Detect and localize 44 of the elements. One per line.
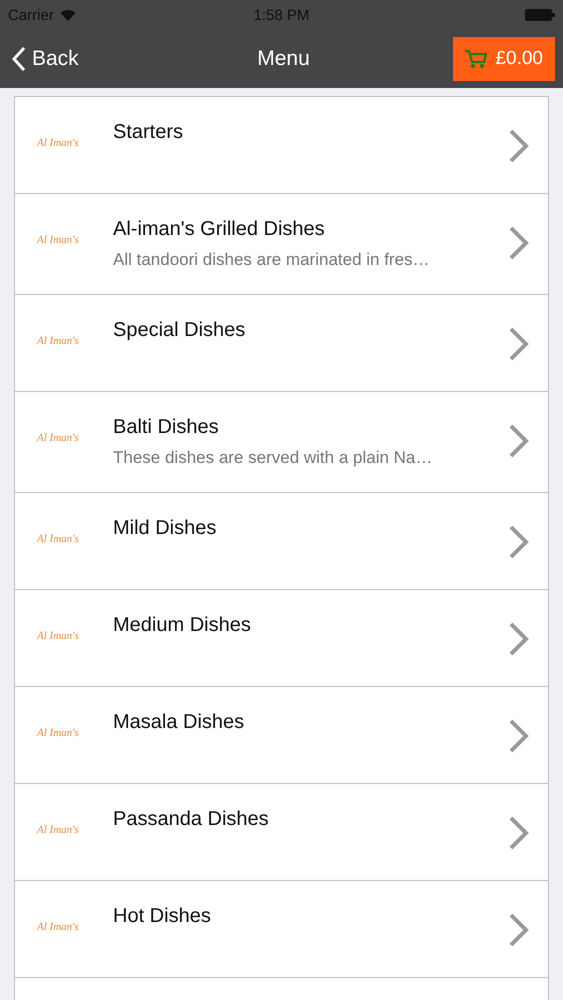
nav-title: Menu [257, 47, 310, 71]
chevron-icon [508, 128, 530, 164]
category-title: Medium Dishes [113, 614, 251, 637]
menu-category-row[interactable]: Al Iman's Special Dishes [15, 295, 548, 392]
back-chevron-icon [12, 46, 26, 72]
category-title: Mild Dishes [113, 517, 216, 540]
restaurant-logo: Al Iman's [37, 432, 80, 444]
chevron-icon [508, 326, 530, 362]
restaurant-logo: Al Iman's [37, 727, 80, 739]
restaurant-logo: Al Iman's [37, 533, 80, 545]
wifi-icon [60, 9, 76, 21]
cart-icon [465, 49, 488, 69]
category-description: These dishes are served with a plain Na… [113, 448, 432, 468]
chevron-icon [508, 718, 530, 754]
category-description: All tandoori dishes are marinated in fres… [113, 250, 430, 270]
chevron-icon [508, 225, 530, 261]
category-title: Masala Dishes [113, 711, 244, 734]
chevron-icon [508, 524, 530, 560]
restaurant-logo: Al Iman's [37, 630, 80, 642]
category-title: Starters [113, 121, 184, 144]
chevron-icon [508, 912, 530, 948]
restaurant-logo: Al Iman's [37, 137, 80, 149]
restaurant-logo: Al Iman's [37, 335, 80, 347]
menu-category-row[interactable]: Al Iman's Balti Dishes These dishes are served with a plain Na… [15, 392, 548, 493]
menu-category-row[interactable]: Al Iman's Mild Dishes [15, 493, 548, 590]
menu-category-row[interactable]: Al Iman's Medium Dishes [15, 590, 548, 687]
category-title: Al-iman's Grilled Dishes [113, 218, 325, 241]
restaurant-logo: Al Iman's [37, 921, 80, 933]
menu-category-row[interactable]: Al Iman's Starters [15, 97, 548, 194]
category-title: Special Dishes [113, 319, 246, 342]
category-title: Balti Dishes [113, 416, 219, 439]
restaurant-logo: Al Iman's [37, 824, 80, 836]
chevron-icon [508, 621, 530, 657]
battery-icon [525, 9, 555, 21]
category-title: Hot Dishes [113, 905, 211, 928]
back-button[interactable]: Back [12, 46, 79, 72]
chevron-icon [508, 423, 530, 459]
category-title: Passanda Dishes [113, 808, 269, 831]
menu-category-row[interactable]: Al Iman's Hot Dishes [15, 881, 548, 978]
menu-category-row[interactable]: Al Iman's Masala Dishes [15, 687, 548, 784]
menu-category-row[interactable]: Al Iman's Passanda Dishes [15, 784, 548, 881]
restaurant-logo: Al Iman's [37, 234, 80, 246]
chevron-icon [508, 815, 530, 851]
menu-category-row[interactable]: Al Iman's Al-iman's Grilled Dishes All tandoori dishes are marinated in fres… [15, 194, 548, 295]
